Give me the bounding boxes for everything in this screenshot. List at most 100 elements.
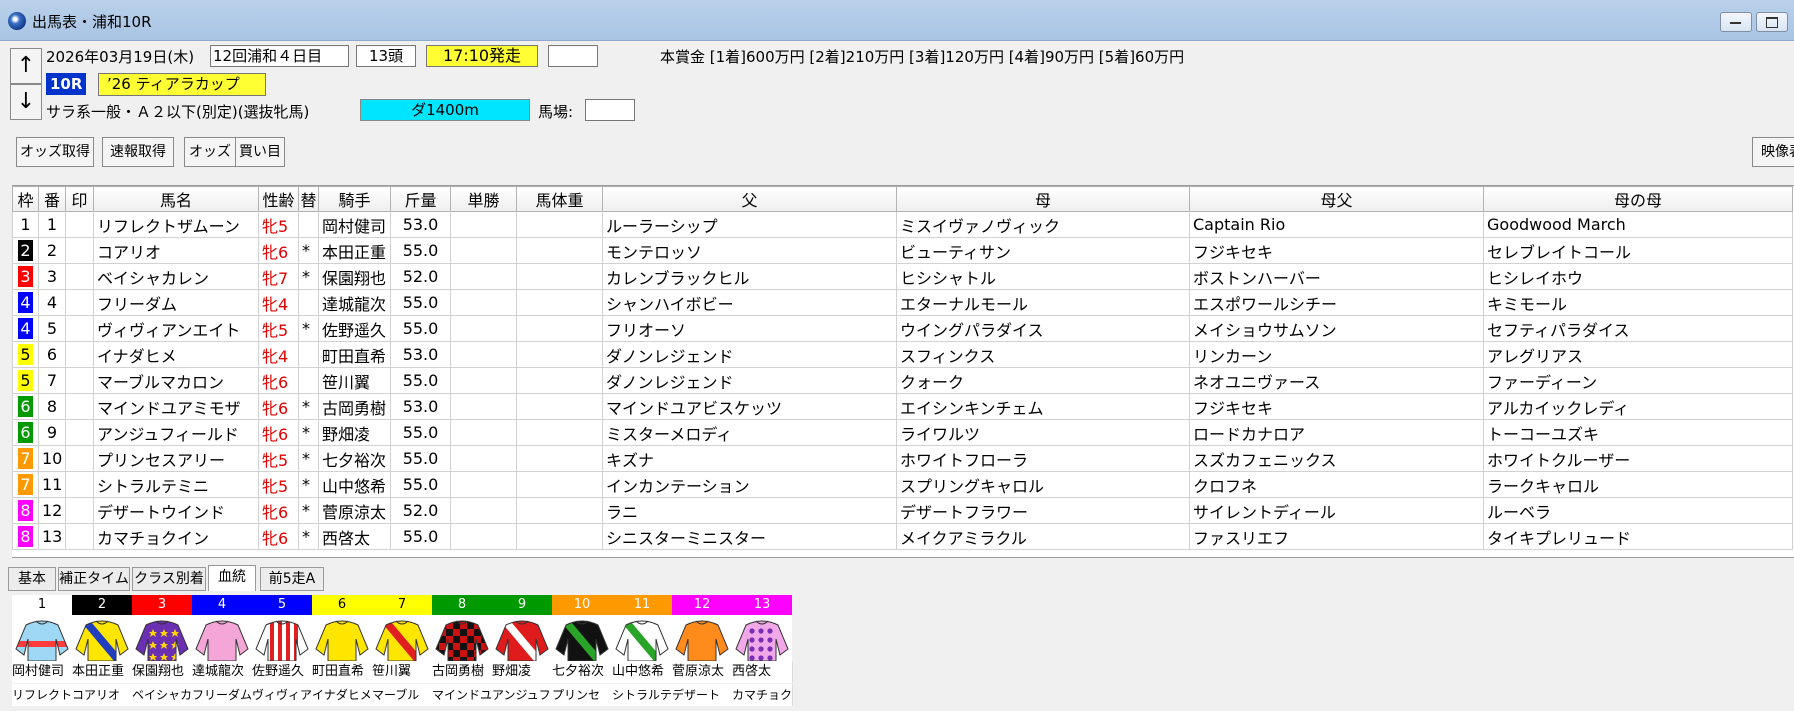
minimize-button[interactable]	[1720, 12, 1752, 32]
win-odds	[450, 445, 517, 472]
carried-weight: 55.0	[390, 289, 451, 316]
change-mark	[298, 211, 319, 238]
meeting-box: 12回浦和４日目	[210, 45, 349, 67]
fetch-results-button[interactable]: 速報取得	[102, 137, 174, 167]
silk-column: 2 本田正重 コアリオ	[72, 595, 133, 707]
col-mark[interactable]: 印	[65, 186, 94, 212]
win-odds	[450, 393, 517, 420]
table-row[interactable]: 8 12 デザートウインド 牝6 * 菅原涼太 52.0 ラニ デザートフラワー サイレントディー…	[12, 497, 1793, 524]
table-row[interactable]: 1 1 リフレクトザムーン 牝5 岡村健司 53.0 ルーラーシップ ミスイヴァノヴィック Ca…	[12, 211, 1793, 238]
table-row[interactable]: 6 8 マインドユアミモザ 牝6 * 古岡勇樹 53.0 マインドユアビスケッツ エイシンキンチ…	[12, 393, 1793, 420]
carried-weight: 53.0	[390, 341, 451, 368]
title-bar: 出馬表・浦和10R	[0, 0, 1794, 41]
table-row[interactable]: 8 13 カマチョクイン 牝6 * 西啓太 55.0 シニスターミニスター メイクアミラクル ファ…	[12, 523, 1793, 550]
horse-name: フリーダム	[93, 289, 259, 316]
win-odds	[450, 341, 517, 368]
bets-button[interactable]: 買い目	[235, 137, 285, 167]
table-row[interactable]: 3 3 ベイシャカレン 牝7 * 保園翔也 52.0 カレンブラックヒル ヒシシャトル ボストンハ…	[12, 263, 1793, 290]
jockey-name: 保園翔也	[318, 263, 391, 290]
granddam-name: アルカイックレディ	[1483, 393, 1793, 420]
maximize-button[interactable]	[1756, 12, 1788, 32]
body-weight	[516, 289, 603, 316]
mark-cell	[65, 471, 94, 498]
sex-age: 牝5	[258, 471, 299, 498]
change-mark: *	[298, 315, 319, 342]
body-weight	[516, 471, 603, 498]
sex-age: 牝4	[258, 289, 299, 316]
col-body-weight[interactable]: 馬体重	[516, 186, 603, 212]
tab-last5[interactable]: 前5走A	[260, 567, 324, 591]
silk-jockey-name: 山中悠希	[612, 661, 673, 683]
odds-button[interactable]: オッズ	[184, 137, 236, 167]
sire-name: インカンテーション	[602, 471, 897, 498]
silk-column: 3 保園翔也 ベイシャカ	[132, 595, 193, 707]
sire-name: フリオーソ	[602, 315, 897, 342]
granddam-name: ホワイトクルーザー	[1483, 445, 1793, 472]
table-row[interactable]: 7 10 プリンセスアリー 牝5 * 七夕裕次 55.0 キズナ ホワイトフローラ スズカフェニッ…	[12, 445, 1793, 472]
change-mark: *	[298, 523, 319, 550]
col-waku[interactable]: 枠	[12, 186, 39, 212]
horse-number: 2	[38, 237, 66, 264]
col-dam[interactable]: 母	[896, 186, 1190, 212]
table-row[interactable]: 7 11 シトラルテミニ 牝5 * 山中悠希 55.0 インカンテーション スプリングキャロルク…	[12, 471, 1793, 498]
table-row[interactable]: 4 5 ヴィヴィアンエイト 牝5 * 佐野遥久 55.0 フリオーソ ウイングパラダイス メイショ…	[12, 315, 1793, 342]
sex-age: 牝6	[258, 237, 299, 264]
mark-cell	[65, 523, 94, 550]
video-button[interactable]: 映像表	[1752, 137, 1794, 167]
win-odds	[450, 289, 517, 316]
silk-jockey-name: 七夕裕次	[552, 661, 613, 683]
tab-pedigree[interactable]: 血統	[208, 565, 256, 591]
jockey-silks-icon	[672, 615, 732, 662]
post-time-box: 17:10発走	[426, 45, 538, 67]
track-label: 馬場:	[538, 103, 574, 121]
damsire-name: サイレントディール	[1189, 497, 1484, 524]
sire-name: シャンハイボビー	[602, 289, 897, 316]
horse-name: カマチョクイン	[93, 523, 259, 550]
change-mark	[298, 367, 319, 394]
col-granddam[interactable]: 母の母	[1483, 186, 1793, 212]
carried-weight: 55.0	[390, 367, 451, 394]
col-damsire[interactable]: 母父	[1189, 186, 1484, 212]
table-row[interactable]: 5 7 マーブルマカロン 牝6 笹川翼 55.0 ダノンレジェンド クォーク ネオユニヴァースフ…	[12, 367, 1793, 394]
col-jockey[interactable]: 騎手	[318, 186, 391, 212]
waku-badge: 2	[18, 240, 33, 261]
tab-class-results[interactable]: クラス別着	[132, 567, 206, 591]
silk-number: 9	[492, 595, 552, 615]
waku-cell: 5	[12, 367, 39, 394]
col-change[interactable]: 替	[298, 186, 319, 212]
table-row[interactable]: 4 4 フリーダム 牝4 達城龍次 55.0 シャンハイボビー エターナルモール エスポワールシ…	[12, 289, 1793, 316]
col-sex-age[interactable]: 性齢	[258, 186, 299, 212]
dam-name: クォーク	[896, 367, 1190, 394]
next-race-button[interactable]: ↓	[10, 84, 42, 120]
waku-badge: 7	[18, 474, 33, 495]
col-number[interactable]: 番	[38, 186, 66, 212]
waku-cell: 8	[12, 523, 39, 550]
table-row[interactable]: 6 9 アンジュフィールド 牝6 * 野畑凌 55.0 ミスターメロディ ライワルツ ロードカナロ…	[12, 419, 1793, 446]
fetch-odds-button[interactable]: オッズ取得	[16, 137, 94, 167]
change-mark	[298, 289, 319, 316]
silk-horse-name: コアリオ	[72, 684, 133, 706]
sex-age: 牝6	[258, 419, 299, 446]
waku-cell: 3	[12, 263, 39, 290]
silk-column: 7 笹川翼 マーブル	[372, 595, 433, 707]
silk-number: 4	[192, 595, 252, 615]
dam-name: エターナルモール	[896, 289, 1190, 316]
col-horse[interactable]: 馬名	[93, 186, 259, 212]
jockey-name: 山中悠希	[318, 471, 391, 498]
dam-name: スプリングキャロル	[896, 471, 1190, 498]
blank-box	[548, 45, 598, 67]
col-sire[interactable]: 父	[602, 186, 897, 212]
col-win-odds[interactable]: 単勝	[450, 186, 517, 212]
col-weight[interactable]: 斤量	[390, 186, 451, 212]
prev-race-button[interactable]: ↑	[10, 48, 42, 84]
dam-name: ミスイヴァノヴィック	[896, 211, 1190, 238]
tab-basic[interactable]: 基本	[8, 567, 56, 591]
body-weight	[516, 367, 603, 394]
damsire-name: スズカフェニックス	[1189, 445, 1484, 472]
dam-name: スフィンクス	[896, 341, 1190, 368]
prize-money: 本賞金 [1着]600万円 [2着]210万円 [3着]120万円 [4着]90…	[660, 48, 1185, 66]
table-row[interactable]: 2 2 コアリオ 牝6 * 本田正重 55.0 モンテロッソ ビューティサン フジキセキ セレブレイ…	[12, 237, 1793, 264]
track-condition-field[interactable]	[585, 99, 635, 121]
tab-corrected-time[interactable]: 補正タイム	[58, 567, 130, 591]
table-row[interactable]: 5 6 イナダヒメ 牝4 町田直希 53.0 ダノンレジェンド スフィンクス リンカーン アレグリ…	[12, 341, 1793, 368]
